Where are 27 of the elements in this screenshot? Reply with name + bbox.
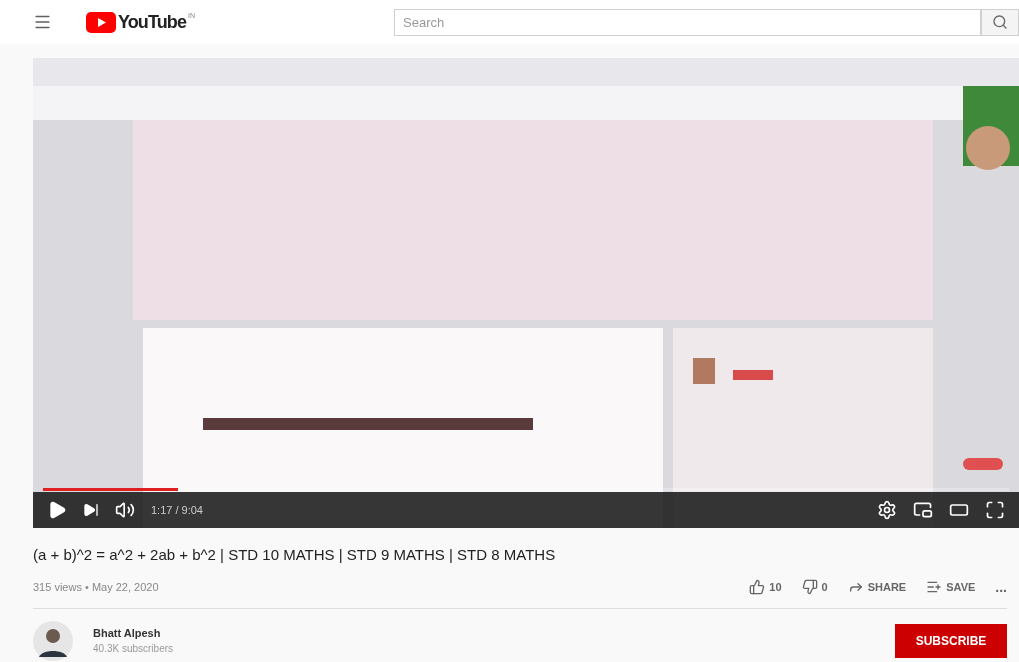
volume-icon[interactable] <box>115 500 135 520</box>
more-button[interactable]: ... <box>995 576 1007 598</box>
time-display: 1:17 / 9:04 <box>151 502 203 518</box>
thumbs-down-icon <box>801 579 818 595</box>
share-button[interactable]: SHARE <box>847 578 907 596</box>
settings-icon[interactable] <box>877 500 897 520</box>
progress-track[interactable] <box>43 488 1009 491</box>
playlist-add-icon <box>926 579 943 595</box>
view-count: 315 views • May 22, 2020 <box>33 579 159 595</box>
like-button[interactable]: 10 <box>749 578 782 596</box>
save-button[interactable]: SAVE <box>926 578 976 596</box>
miniplayer-icon[interactable] <box>913 500 933 520</box>
next-icon[interactable] <box>83 502 99 518</box>
subscribe-button[interactable]: SUBSCRIBE <box>895 623 1007 658</box>
dislike-button[interactable]: 0 <box>801 578 828 596</box>
video-title: (a + b)^2 = a^2 + 2ab + b^2 | STD 10 MATHS | STD 9 MATHS | STD 8 MATHS <box>33 545 557 565</box>
avatar <box>33 620 73 661</box>
play-logo-icon <box>86 11 116 33</box>
search-button[interactable] <box>980 8 1019 36</box>
fullscreen-icon[interactable] <box>985 500 1005 520</box>
search-icon <box>991 14 1008 30</box>
subscriber-count: 40.3K subscribers <box>93 642 174 657</box>
thumbs-up-icon <box>749 579 766 595</box>
logo-text[interactable]: YouTube <box>118 8 187 36</box>
search-field[interactable]: Search <box>394 8 981 36</box>
channel-name[interactable]: Bhatt Alpesh <box>93 624 174 642</box>
play-icon[interactable] <box>47 500 67 520</box>
